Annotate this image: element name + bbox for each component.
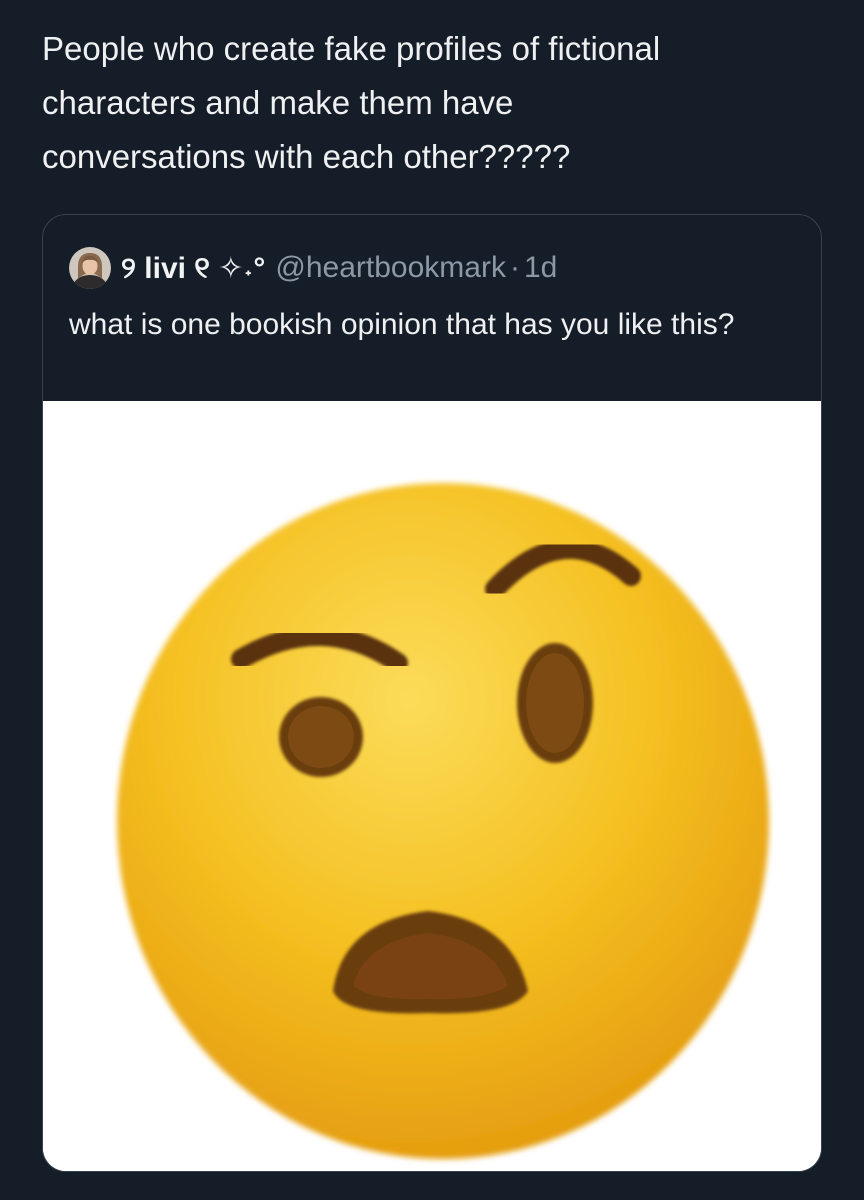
separator-dot: · — [509, 251, 520, 284]
quoted-media[interactable] — [43, 401, 821, 1171]
tweet-text: People who create fake profiles of ficti… — [42, 30, 661, 175]
profile-photo-icon — [69, 247, 111, 289]
quoted-display-name[interactable]: ୨ livi ୧ ✧˖° — [121, 251, 265, 286]
quoted-tweet-card[interactable]: ୨ livi ୧ ✧˖° @heartbookmark · 1d what is… — [42, 214, 822, 1172]
quoted-tweet-text: what is one bookish opinion that has you… — [69, 308, 735, 341]
face-with-raised-eyebrow-emoji-icon — [43, 401, 821, 1171]
avatar[interactable] — [69, 247, 111, 289]
quoted-handle[interactable]: @heartbookmark — [275, 251, 506, 285]
quoted-timestamp[interactable]: 1d — [524, 251, 557, 285]
quoted-tweet-header: ୨ livi ୧ ✧˖° @heartbookmark · 1d — [69, 245, 557, 291]
